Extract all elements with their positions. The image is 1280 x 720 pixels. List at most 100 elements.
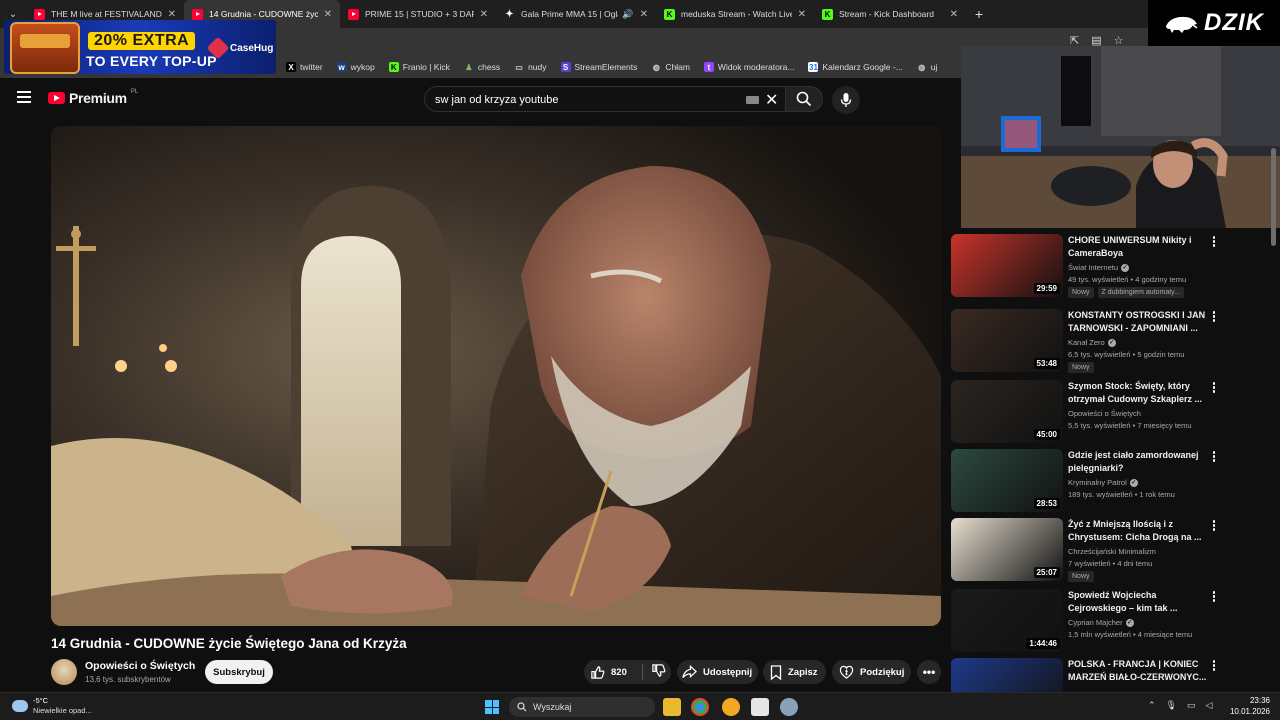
display-icon[interactable]: ▭ <box>1187 700 1196 711</box>
recommended-video-title[interactable]: POLSKA - FRANCJA | KONIEC MARZEŃ BIAŁO-C… <box>1068 658 1208 684</box>
close-tab-icon[interactable]: ✕ <box>480 9 488 20</box>
recommended-video[interactable]: 25:07 Żyć z Mniejszą Ilością i z Chrystus… <box>951 518 1271 586</box>
recommended-video[interactable]: 53:48 KONSTANTY OSTROGSKI I JAN TARNOWSKI… <box>951 309 1271 377</box>
close-tab-icon[interactable]: ✕ <box>640 9 648 20</box>
speaker-icon[interactable]: 🔊 <box>622 9 633 20</box>
bookmark-item[interactable]: Xtwitter <box>286 62 323 72</box>
close-tab-icon[interactable]: ✕ <box>168 9 176 20</box>
bookmark-item[interactable]: ▭ nudy <box>514 62 546 72</box>
view-count: 5,5 tys. wyświetleń <box>1068 421 1131 430</box>
thanks-button[interactable]: Podziękuj <box>832 660 911 684</box>
more-vertical-icon[interactable] <box>1209 451 1219 462</box>
casehug-ad-banner[interactable]: 20% EXTRA TO EVERY TOP-UP CaseHug <box>4 20 276 74</box>
video-thumbnail[interactable]: 28:53 <box>951 449 1063 512</box>
recommended-video-title[interactable]: Spowiedź Wojciecha Cejrowskiego – kim ta… <box>1068 589 1208 615</box>
more-vertical-icon[interactable] <box>1209 236 1219 247</box>
recommended-video[interactable]: POLSKA - FRANCJA | KONIEC MARZEŃ BIAŁO-C… <box>951 658 1271 720</box>
settings-gear-icon[interactable] <box>780 698 798 716</box>
sidebar-scrollbar[interactable] <box>1271 148 1276 246</box>
search-button[interactable] <box>785 86 823 112</box>
clock-date: 10.01.2026 <box>1229 707 1270 716</box>
bookmark-item[interactable]: ◍ Chłam <box>651 62 690 72</box>
taskbar-clock[interactable]: 23:36 10.01.2026 <box>1226 695 1270 717</box>
share-label: Udostępnij <box>703 666 753 678</box>
menu-icon[interactable] <box>17 91 31 103</box>
taskbar-search-placeholder: Wyszukaj <box>533 702 572 712</box>
clear-search-icon[interactable]: ✕ <box>765 90 778 110</box>
youtube-play-icon <box>48 92 65 104</box>
bookmark-item[interactable]: w wykop <box>336 62 375 72</box>
system-tray: ⌃ 🎙 ▭ ◁ <box>1148 700 1212 711</box>
volume-icon[interactable]: ◁ <box>1206 700 1213 711</box>
more-vertical-icon[interactable] <box>1209 382 1219 393</box>
windows-start-icon[interactable] <box>485 700 499 714</box>
recommended-video[interactable]: 28:53 Gdzie jest ciało zamordowanej pielę… <box>951 449 1271 517</box>
recommended-channel-name[interactable]: Opowieści o Świętych <box>1068 409 1141 418</box>
bookmark-item[interactable]: t Widok moderatora... <box>703 62 794 72</box>
recommended-channel-name[interactable]: Cyprian Majcher <box>1068 618 1123 627</box>
recommended-video[interactable]: 45:00 Szymon Stock: Święty, który otrzyma… <box>951 380 1271 448</box>
recommended-video[interactable]: 29:59 CHORE UNIWERSUM Nikity i CameraBoya… <box>951 234 1271 302</box>
video-player[interactable] <box>51 126 941 626</box>
chevron-up-icon[interactable]: ⌃ <box>1148 700 1156 711</box>
microphone-icon[interactable]: 🎙 <box>1166 700 1177 711</box>
app-icon[interactable] <box>722 698 740 716</box>
share-button[interactable]: Udostępnij <box>677 660 758 684</box>
recommended-video-title[interactable]: CHORE UNIWERSUM Nikity i CameraBoya <box>1068 234 1208 260</box>
subscribe-button[interactable]: Subskrybuj <box>205 660 273 684</box>
bookmark-item[interactable]: ◍ uj <box>917 62 937 72</box>
recommended-video-title[interactable]: KONSTANTY OSTROGSKI I JAN TARNOWSKI - ZA… <box>1068 309 1208 335</box>
dzik-brand-text: DZIK <box>1204 9 1264 36</box>
browser-tab[interactable]: Kmeduska Stream - Watch Live o ✕ <box>656 0 814 28</box>
bookmark-item[interactable]: 31 Kalendarz Google -... <box>808 62 903 72</box>
close-tab-icon[interactable]: ✕ <box>798 9 806 20</box>
video-thumbnail[interactable]: 29:59 <box>951 234 1063 297</box>
more-vertical-icon[interactable] <box>1209 591 1219 602</box>
recommended-channel-name[interactable]: Kryminalny Patrol <box>1068 478 1127 487</box>
keyboard-icon[interactable] <box>746 96 759 104</box>
channel-avatar[interactable] <box>51 659 77 685</box>
video-thumbnail[interactable]: 45:00 <box>951 380 1063 443</box>
close-tab-icon[interactable]: ✕ <box>950 9 958 20</box>
thumbs-up-icon <box>591 665 605 679</box>
taskbar-search[interactable]: Wyszukaj <box>509 697 655 717</box>
notepad-icon[interactable] <box>751 698 769 716</box>
recommended-channel-name[interactable]: Chrześcijański Minimalizm <box>1068 547 1156 556</box>
bookmark-item[interactable]: ♟ chess <box>464 62 500 72</box>
ad-brand: CaseHug <box>206 36 273 60</box>
youtube-premium-logo[interactable]: Premium PL <box>48 89 138 106</box>
recommended-video-title[interactable]: Szymon Stock: Święty, który otrzymał Cud… <box>1068 380 1208 406</box>
chrome-icon[interactable] <box>691 698 709 716</box>
more-actions-button[interactable]: ••• <box>917 660 941 684</box>
recommended-video[interactable]: 1:44:46 Spowiedź Wojciecha Cejrowskiego –… <box>951 589 1271 657</box>
more-vertical-icon[interactable] <box>1209 311 1219 322</box>
recommended-channel-name[interactable]: Kanał Zero <box>1068 338 1105 347</box>
video-thumbnail[interactable]: 1:44:46 <box>951 589 1063 652</box>
weather-widget[interactable]: -5°C Niewielkie opad... <box>12 696 92 716</box>
recommended-video-title[interactable]: Żyć z Mniejszą Ilością i z Chrystusem: C… <box>1068 518 1208 544</box>
kick-favicon-icon: K <box>664 8 675 20</box>
share-icon <box>682 665 697 679</box>
file-explorer-icon[interactable] <box>663 698 681 716</box>
browser-tab[interactable]: K Stream - Kick Dashboard ✕ <box>814 0 966 28</box>
new-tab-button[interactable]: + <box>966 6 992 22</box>
more-vertical-icon[interactable] <box>1209 520 1219 531</box>
cloud-snow-icon <box>12 700 28 712</box>
video-thumbnail[interactable]: 53:48 <box>951 309 1063 372</box>
recommended-channel-name[interactable]: Świat Internetu <box>1068 263 1118 272</box>
more-vertical-icon[interactable] <box>1209 660 1219 671</box>
recommended-video-title[interactable]: Gdzie jest ciało zamordowanej pielęgniar… <box>1068 449 1208 475</box>
video-thumbnail[interactable]: 25:07 <box>951 518 1063 581</box>
close-tab-icon[interactable]: ✕ <box>324 9 332 20</box>
save-button[interactable]: Zapisz <box>763 660 826 684</box>
like-button[interactable]: 820 <box>584 665 634 680</box>
voice-search-button[interactable] <box>832 86 860 114</box>
browser-tab[interactable]: ✦ Gala Prime MMA 15 | Ogląd 🔊 ✕ <box>496 0 656 28</box>
browser-tab[interactable]: PRIME 15 | STUDIO + 3 DARMO ✕ <box>340 0 496 28</box>
channel-name[interactable]: Opowieści o Świętych <box>85 660 195 672</box>
bookmark-item[interactable]: K Franio | Kick <box>388 62 450 72</box>
tab-title: THE M live at FESTIVALAND 20 <box>51 9 162 19</box>
dislike-button[interactable] <box>643 663 666 681</box>
bookmark-item[interactable]: S StreamElements <box>560 62 637 72</box>
search-input[interactable]: sw jan od krzyza youtube ✕ <box>424 86 789 112</box>
